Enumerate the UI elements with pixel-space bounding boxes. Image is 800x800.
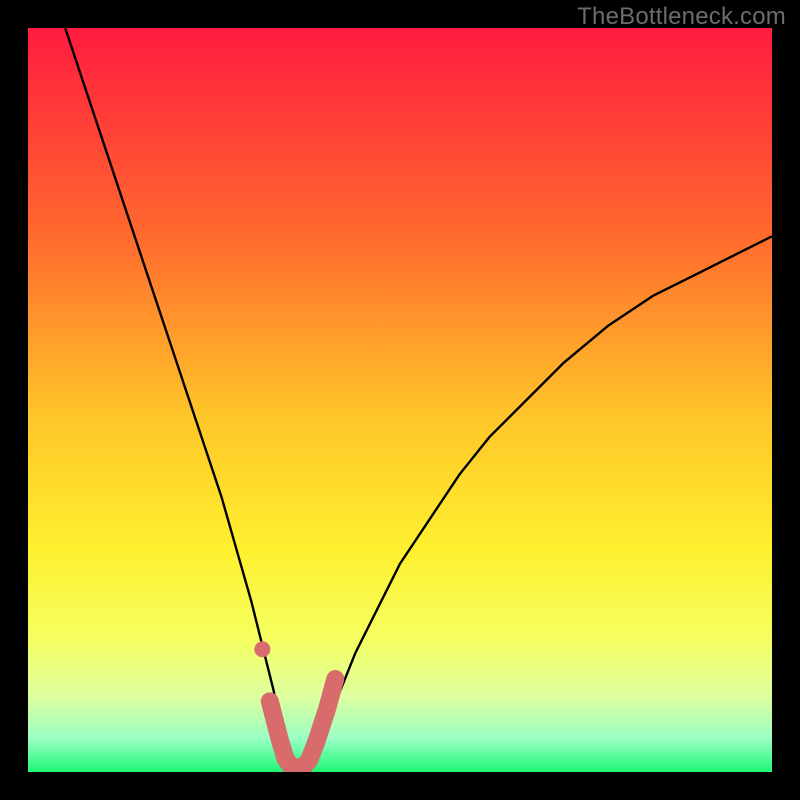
gradient-background bbox=[28, 28, 772, 772]
plot-frame bbox=[28, 28, 772, 772]
watermark-label: TheBottleneck.com bbox=[577, 3, 786, 31]
bottleneck-plot-svg bbox=[28, 28, 772, 772]
trough-marker-dot bbox=[254, 641, 270, 657]
chart-outer-frame: TheBottleneck.com bbox=[0, 0, 800, 800]
